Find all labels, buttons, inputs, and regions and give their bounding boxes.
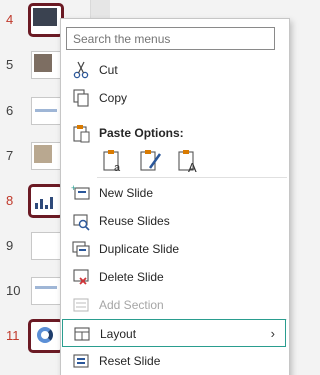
new-slide-icon: + — [71, 183, 90, 200]
reuse-slides-menu-item[interactable]: Reuse Slides — [62, 207, 288, 235]
slide-thumbnail-image[interactable] — [31, 277, 61, 305]
svg-text:+: + — [71, 183, 76, 193]
slide-number: 7 — [6, 148, 14, 163]
slide-thumbnail-image[interactable] — [31, 51, 61, 79]
new-slide-label: New Slide — [99, 186, 154, 200]
paste-options-label: Paste Options: — [99, 126, 184, 140]
slide-number: 9 — [6, 238, 14, 253]
paste-picture-icon[interactable] — [136, 146, 164, 174]
layout-label: Layout — [100, 327, 137, 341]
slide-number: 11 — [6, 328, 20, 343]
slide-thumbnail-image[interactable] — [28, 3, 64, 37]
paste-options-group: a A — [99, 146, 208, 175]
layout-menu-item[interactable]: Layout › — [62, 319, 286, 347]
paste-keep-text-icon[interactable]: A — [174, 146, 202, 175]
slide-number: 8 — [6, 193, 14, 208]
layout-icon — [74, 327, 90, 341]
slide-thumbnail-image[interactable] — [28, 184, 64, 218]
slide-thumbnail-image[interactable] — [31, 97, 61, 125]
slide-number: 5 — [6, 57, 14, 72]
reset-slide-icon — [73, 354, 89, 368]
clipboard-icon — [73, 125, 90, 143]
copy-label: Copy — [99, 91, 128, 105]
delete-slide-label: Delete Slide — [99, 270, 164, 284]
reset-slide-menu-item[interactable]: Reset Slide — [62, 347, 288, 375]
reuse-slides-icon — [73, 214, 90, 231]
svg-text:a: a — [114, 162, 121, 174]
cut-menu-item[interactable]: Cut — [62, 56, 288, 84]
duplicate-slide-icon — [72, 241, 90, 257]
menu-divider — [97, 177, 287, 178]
duplicate-slide-menu-item[interactable]: Duplicate Slide — [62, 235, 288, 263]
new-slide-menu-item[interactable]: + New Slide — [62, 179, 288, 207]
copy-icon — [73, 89, 89, 107]
chevron-right-icon: › — [270, 326, 275, 341]
delete-slide-menu-item[interactable]: Delete Slide — [62, 263, 288, 291]
search-menus-input[interactable] — [66, 27, 275, 50]
slide-number: 4 — [6, 12, 14, 27]
scissors-icon — [73, 61, 89, 79]
delete-slide-icon — [73, 269, 89, 285]
slide-thumbnail-image[interactable] — [28, 319, 64, 353]
copy-menu-item[interactable]: Copy — [62, 84, 288, 112]
slide-thumbnail-image[interactable] — [31, 142, 61, 170]
slide-thumbnail-image[interactable] — [31, 232, 61, 260]
cut-label: Cut — [99, 63, 118, 77]
slide-number: 6 — [6, 103, 14, 118]
svg-text:A: A — [188, 160, 197, 174]
reset-slide-label: Reset Slide — [99, 354, 161, 368]
add-section-menu-item: Add Section — [62, 291, 288, 319]
paste-options-header: Paste Options: — [62, 119, 288, 145]
context-menu: Cut Copy Paste Options: a — [60, 18, 290, 375]
reuse-slides-label: Reuse Slides — [99, 214, 170, 228]
add-section-label: Add Section — [99, 298, 164, 312]
paste-keep-source-icon[interactable]: a — [99, 146, 127, 174]
slide-number: 10 — [6, 283, 21, 298]
duplicate-slide-label: Duplicate Slide — [99, 242, 180, 256]
add-section-icon — [73, 298, 89, 312]
